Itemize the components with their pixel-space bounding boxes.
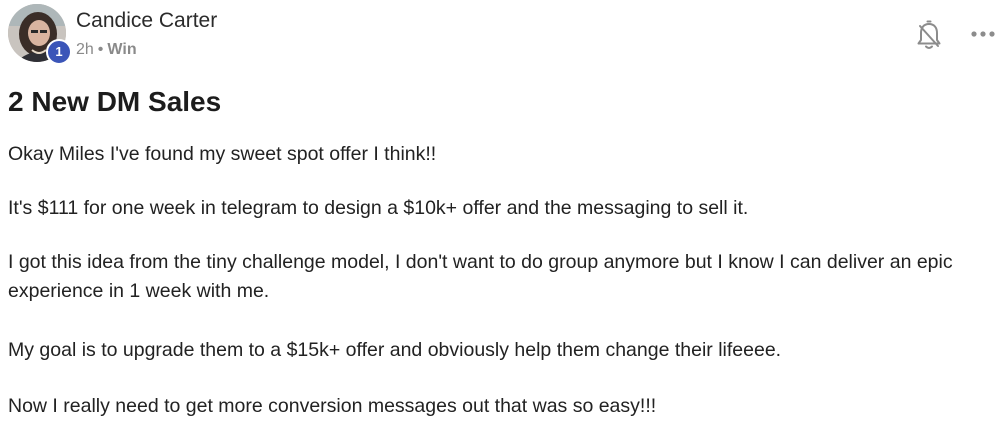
level-badge: 1 <box>46 39 72 65</box>
bell-off-button[interactable] <box>914 20 944 52</box>
author-name[interactable]: Candice Carter <box>76 8 217 34</box>
post-paragraph: Now I really need to get more conversion… <box>8 395 657 417</box>
post-title[interactable]: 2 New DM Sales <box>8 84 221 120</box>
meta-separator: • <box>97 41 104 58</box>
post-meta: 2h • Win <box>76 40 137 60</box>
post-header: 1 Candice Carter 2h • Win <box>8 4 995 66</box>
more-options-button[interactable] <box>968 24 998 44</box>
post-paragraph: I got this idea from the tiny challenge … <box>8 251 953 302</box>
author-avatar-wrapper[interactable]: 1 <box>8 4 72 65</box>
post-paragraph: Okay Miles I've found my sweet spot offe… <box>8 143 437 165</box>
more-horizontal-icon <box>971 31 995 37</box>
post-time: 2h <box>76 41 94 58</box>
post-category[interactable]: Win <box>107 41 136 58</box>
post-paragraph: My goal is to upgrade them to a $15k+ of… <box>8 339 782 361</box>
bell-off-icon <box>917 20 941 49</box>
post-paragraph: It's $111 for one week in telegram to de… <box>8 197 749 219</box>
